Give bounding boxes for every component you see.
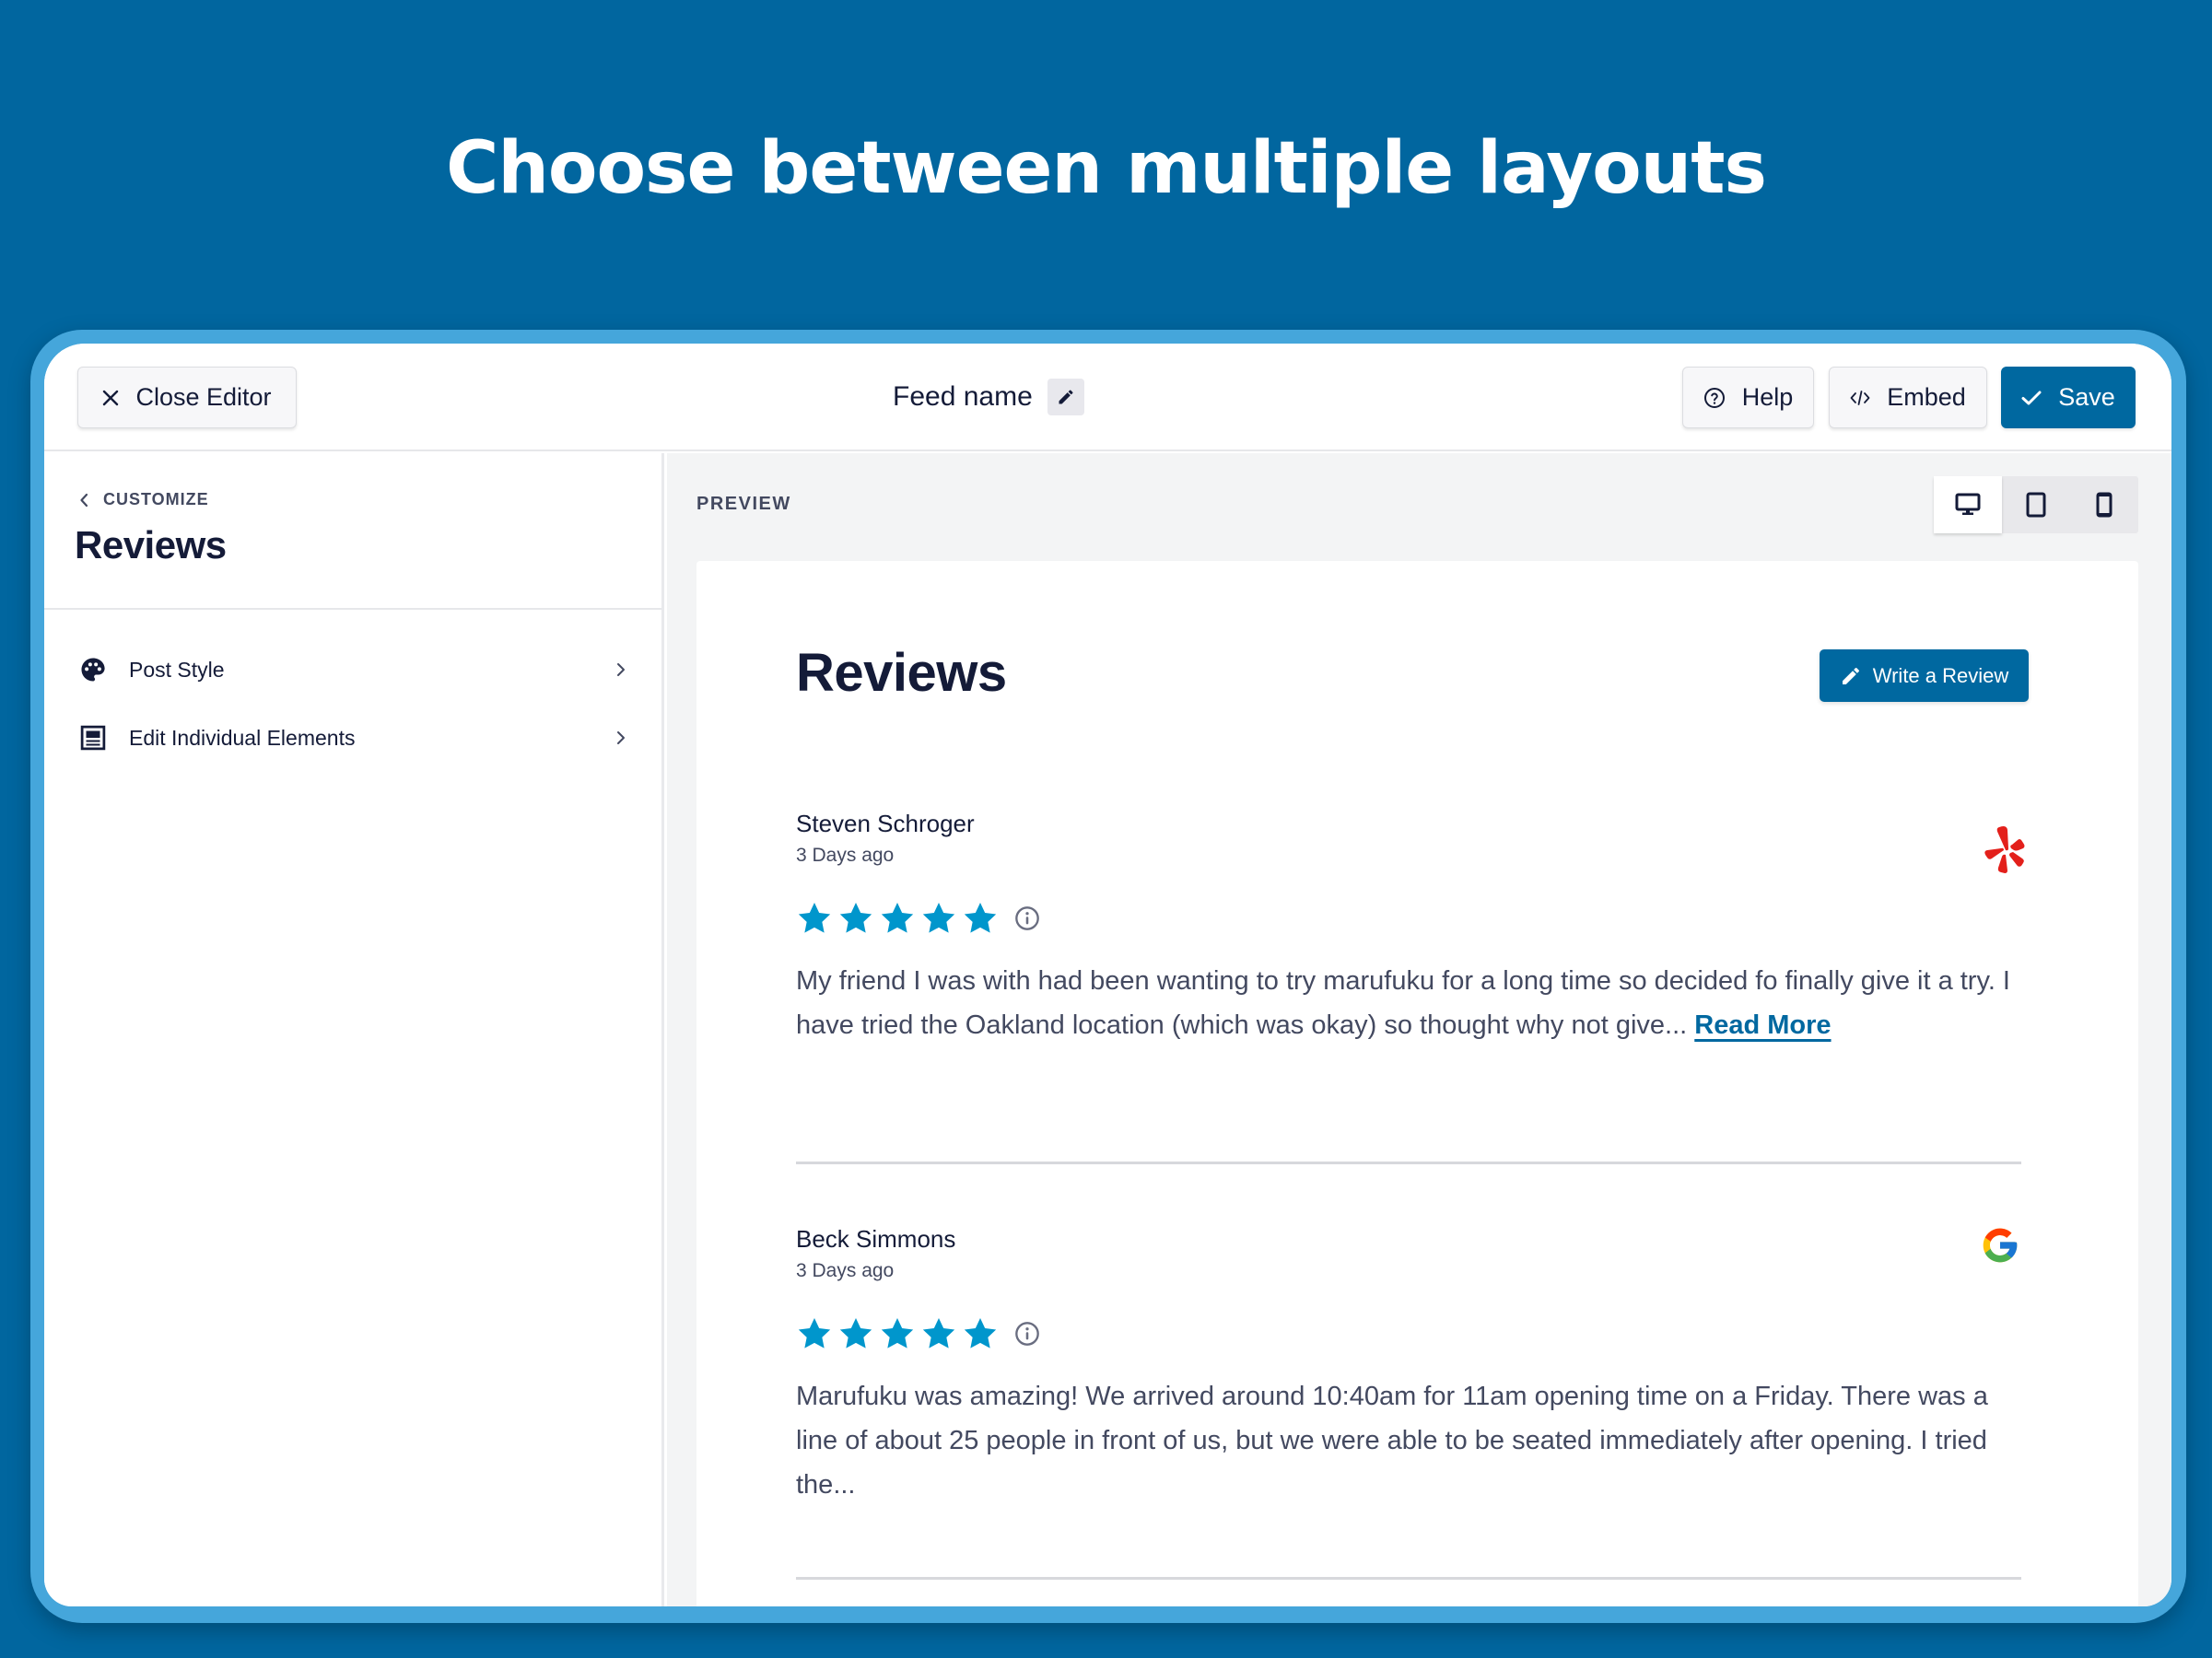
mobile-view-button[interactable] [2070,476,2138,533]
sidebar-item-label: Edit Individual Elements [129,725,356,750]
star-rating [796,900,2021,937]
close-editor-label: Close Editor [135,383,272,411]
review-item: Beck Simmons 3 Days ago Marufuku was ama… [796,1225,2021,1507]
star-icon [798,1318,831,1349]
feed-title: Reviews [796,643,1007,703]
back-to-customize-link[interactable]: CUSTOMIZE [79,490,209,509]
sidebar-item-label: Post Style [129,657,225,682]
pencil-icon [1842,667,1859,684]
desktop-view-button[interactable] [1934,476,2002,533]
desktop-icon [1955,493,1981,515]
chevron-right-icon [617,731,625,744]
help-button[interactable]: Help [1682,367,1814,428]
chevron-right-icon [617,663,625,676]
sidebar-title: Reviews [75,523,227,566]
review-author: Steven Schroger [796,810,975,837]
review-body: Marufuku was amazing! We arrived around … [796,1382,1988,1500]
write-review-button[interactable]: Write a Review [1820,649,2029,702]
sidebar-item-post-style[interactable]: Post Style [77,647,630,693]
breadcrumb-label: CUSTOMIZE [103,490,209,508]
review-date: 3 Days ago [796,845,895,866]
star-icon [922,903,955,933]
star-icon [798,903,831,933]
read-more-link[interactable]: Read More [1694,1010,1831,1040]
star-icon [839,903,872,933]
checkmark-icon [2021,391,2042,404]
edit-feed-name-button[interactable] [1047,379,1084,415]
help-label: Help [1741,383,1794,411]
star-icon [881,1318,914,1349]
review-author: Beck Simmons [796,1225,956,1253]
help-icon [1703,387,1725,408]
star-rating [796,1315,2021,1352]
editor-window: Close Editor Feed name Help Embed Save C… [44,344,2171,1606]
write-review-label: Write a Review [1872,663,2009,687]
save-label: Save [2058,383,2115,411]
editor-top-bar: Close Editor Feed name Help Embed Save [44,344,2171,451]
star-icon [922,1318,955,1349]
save-button[interactable]: Save [2001,367,2136,428]
feed-name-text: Feed name [893,381,1033,412]
sidebar-item-edit-individual-elements[interactable]: Edit Individual Elements [77,715,630,761]
code-icon [1850,390,1870,405]
customize-sidebar: CUSTOMIZE Reviews Post Style Edit Indivi… [44,453,664,1606]
embed-label: Embed [1887,383,1966,411]
review-divider [796,1162,2021,1164]
layout-icon [77,722,109,753]
pencil-icon [1059,390,1073,404]
mobile-icon [2096,492,2113,518]
star-icon [839,1318,872,1349]
page-headline: Choose between multiple layouts [446,127,1767,210]
info-icon[interactable] [1014,1321,1040,1347]
review-divider [796,1577,2021,1580]
close-editor-button[interactable]: Close Editor [77,367,297,428]
preview-label: PREVIEW [696,494,791,514]
star-icon [964,903,997,933]
feed-name: Feed name [893,379,1084,415]
star-icon [881,903,914,933]
reviews-feed-preview: Reviews Write a Review Steven Schroger 3… [696,561,2138,1606]
google-icon [1980,1225,2020,1270]
yelp-icon [1983,824,2027,881]
chevron-left-icon [80,493,88,507]
info-icon[interactable] [1014,905,1040,931]
star-icon [964,1318,997,1349]
preview-panel: PREVIEW Reviews Write a Review Steven Sc… [667,453,2171,1606]
device-toggle-group [1934,476,2138,533]
embed-button[interactable]: Embed [1829,367,1987,428]
review-text: Marufuku was amazing! We arrived around … [796,1374,2021,1507]
tablet-view-button[interactable] [2002,476,2070,533]
review-date: 3 Days ago [796,1260,895,1281]
review-text: My friend I was with had been wanting to… [796,959,2021,1047]
sidebar-divider [44,608,661,610]
palette-icon [77,654,109,685]
tablet-icon [2026,492,2046,518]
close-icon [103,390,119,405]
review-item: Steven Schroger 3 Days ago My friend I w… [796,810,2025,1047]
